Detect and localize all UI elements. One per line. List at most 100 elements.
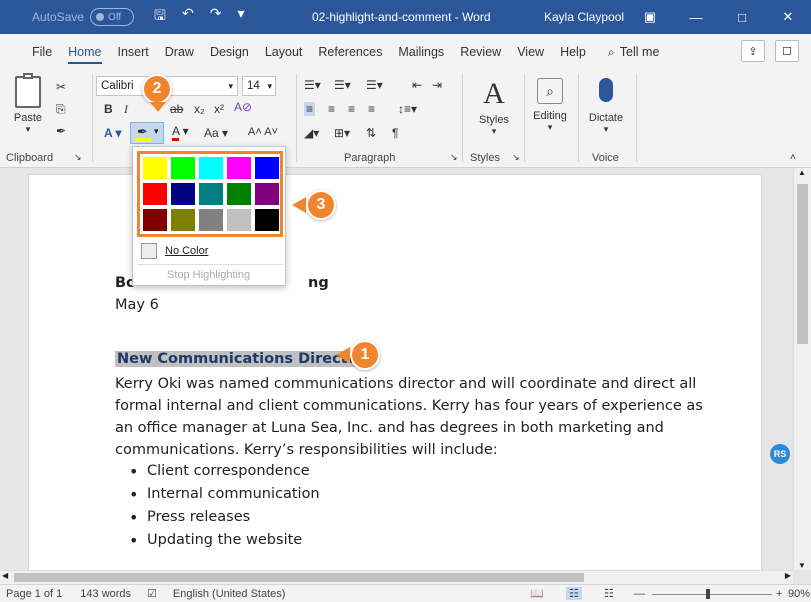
redo-icon[interactable]: ↷: [210, 5, 222, 29]
zoom-in-icon[interactable]: +: [776, 588, 782, 600]
tab-review[interactable]: Review: [452, 34, 509, 70]
multilevel-list-icon[interactable]: ☰▾: [366, 78, 383, 92]
font-size-box[interactable]: 14 ▾: [242, 76, 276, 96]
change-case-button[interactable]: Aa ▾: [204, 126, 228, 140]
superscript-button[interactable]: x²: [214, 102, 224, 116]
line-spacing-icon[interactable]: ↕≡▾: [398, 102, 417, 116]
italic-button[interactable]: I: [124, 102, 128, 117]
highlight-color-swatch[interactable]: [142, 156, 168, 180]
scroll-down-icon[interactable]: ▼: [798, 561, 806, 570]
increase-indent-icon[interactable]: ⇥: [432, 78, 442, 92]
highlight-color-swatch[interactable]: [170, 182, 196, 206]
highlight-color-swatch[interactable]: [170, 208, 196, 232]
h-scroll-thumb[interactable]: [14, 573, 584, 582]
shading-icon[interactable]: ◢▾: [304, 126, 319, 140]
editing-button[interactable]: ⌕ Editing ▾: [530, 78, 570, 133]
language-status[interactable]: English (United States): [173, 588, 286, 600]
subscript-button[interactable]: x₂: [194, 102, 205, 116]
comment-avatar[interactable]: RS: [770, 444, 790, 464]
horizontal-scrollbar[interactable]: ◀ ▶: [0, 570, 793, 584]
tab-references[interactable]: References: [310, 34, 390, 70]
zoom-out-icon[interactable]: —: [634, 588, 645, 600]
highlight-color-swatch[interactable]: [170, 156, 196, 180]
zoom-slider-thumb[interactable]: [706, 589, 710, 599]
tab-file[interactable]: File: [24, 34, 60, 70]
tab-design[interactable]: Design: [202, 34, 257, 70]
word-count[interactable]: 143 words: [80, 588, 131, 600]
autosave-toggle[interactable]: Off: [90, 8, 135, 26]
page-count[interactable]: Page 1 of 1: [6, 588, 62, 600]
highlighted-heading[interactable]: New Communications Director: [115, 351, 367, 367]
user-name[interactable]: Kayla Claypool: [544, 10, 624, 24]
minimize-icon[interactable]: —: [673, 0, 719, 34]
tab-draw[interactable]: Draw: [157, 34, 202, 70]
ribbon-display-icon[interactable]: ▣: [627, 0, 673, 34]
zoom-slider[interactable]: [652, 594, 772, 595]
customize-qat-icon[interactable]: ▾: [237, 5, 244, 29]
bold-button[interactable]: B: [104, 102, 113, 116]
paragraph-launcher-icon[interactable]: ↘: [450, 152, 458, 163]
align-right-icon[interactable]: ≡: [348, 102, 355, 116]
maximize-icon[interactable]: □: [719, 0, 765, 34]
show-marks-icon[interactable]: ¶: [392, 126, 398, 140]
paste-button[interactable]: Paste ▾: [8, 73, 48, 135]
text-effects-button[interactable]: A ▾: [104, 126, 122, 140]
numbering-icon[interactable]: ☰▾: [334, 78, 351, 92]
highlight-color-swatch[interactable]: [226, 208, 252, 232]
clipboard-launcher-icon[interactable]: ↘: [74, 152, 82, 163]
highlight-color-swatch[interactable]: [142, 208, 168, 232]
dictate-button[interactable]: Dictate ▾: [586, 78, 626, 135]
clear-formatting-icon[interactable]: A⊘: [234, 100, 252, 114]
web-layout-icon[interactable]: ☷: [604, 587, 614, 600]
tab-insert[interactable]: Insert: [110, 34, 157, 70]
font-color-button[interactable]: A ▾: [172, 124, 189, 141]
justify-icon[interactable]: ≡: [368, 102, 375, 116]
highlight-color-swatch[interactable]: [198, 182, 224, 206]
format-painter-icon[interactable]: ✒: [56, 124, 66, 138]
tab-mailings[interactable]: Mailings: [390, 34, 452, 70]
styles-launcher-icon[interactable]: ↘: [512, 152, 520, 163]
zoom-level[interactable]: 90%: [788, 588, 810, 600]
collapse-ribbon-icon[interactable]: ˄: [790, 152, 796, 163]
tab-home[interactable]: Home: [60, 34, 109, 70]
scroll-right-icon[interactable]: ▶: [785, 571, 791, 580]
tab-help[interactable]: Help: [552, 34, 594, 70]
tab-view[interactable]: View: [509, 34, 552, 70]
save-icon[interactable]: 🖫: [154, 5, 166, 29]
highlight-color-swatch[interactable]: [226, 182, 252, 206]
no-color-option[interactable]: No Color: [137, 241, 283, 261]
highlight-color-swatch[interactable]: [142, 182, 168, 206]
undo-icon[interactable]: ↶: [182, 5, 194, 29]
styles-button[interactable]: A Styles ▾: [472, 79, 516, 137]
align-left-icon[interactable]: ≡: [304, 102, 316, 116]
copy-icon[interactable]: ⎘: [56, 102, 66, 117]
close-icon[interactable]: ✕: [765, 0, 811, 34]
highlight-color-swatch[interactable]: [226, 156, 252, 180]
bullets-icon[interactable]: ☰▾: [304, 78, 321, 92]
stop-highlighting-option[interactable]: Stop Highlighting: [167, 269, 250, 281]
highlight-color-swatch[interactable]: [254, 208, 280, 232]
vertical-scrollbar[interactable]: ▲ ▼: [793, 168, 811, 570]
center-icon[interactable]: ≡: [328, 102, 335, 116]
highlight-color-swatch[interactable]: [198, 208, 224, 232]
scroll-up-icon[interactable]: ▲: [798, 168, 806, 177]
proofing-icon[interactable]: ☑: [147, 587, 157, 600]
decrease-indent-icon[interactable]: ⇤: [412, 78, 422, 92]
scroll-thumb[interactable]: [797, 184, 808, 344]
tab-layout[interactable]: Layout: [257, 34, 311, 70]
highlight-color-swatch[interactable]: [254, 182, 280, 206]
highlight-color-swatch[interactable]: [198, 156, 224, 180]
tell-me-search[interactable]: ⌕ Tell me: [600, 34, 668, 70]
cut-icon[interactable]: ✂: [56, 80, 66, 94]
share-icon[interactable]: ⇪: [741, 40, 765, 62]
highlight-color-swatch[interactable]: [254, 156, 280, 180]
read-mode-icon[interactable]: 📖: [530, 587, 544, 600]
comments-icon[interactable]: ☐: [775, 40, 799, 62]
sort-icon[interactable]: ⇅: [366, 126, 376, 140]
highlight-button-selected[interactable]: ✒ ▾: [130, 122, 164, 144]
borders-icon[interactable]: ⊞▾: [334, 126, 350, 140]
scroll-left-icon[interactable]: ◀: [2, 571, 8, 580]
doc-heading[interactable]: New Communications Director: [115, 351, 367, 367]
grow-font-icon[interactable]: A˄ A˅: [248, 126, 278, 138]
print-layout-icon[interactable]: ☷: [566, 587, 582, 600]
